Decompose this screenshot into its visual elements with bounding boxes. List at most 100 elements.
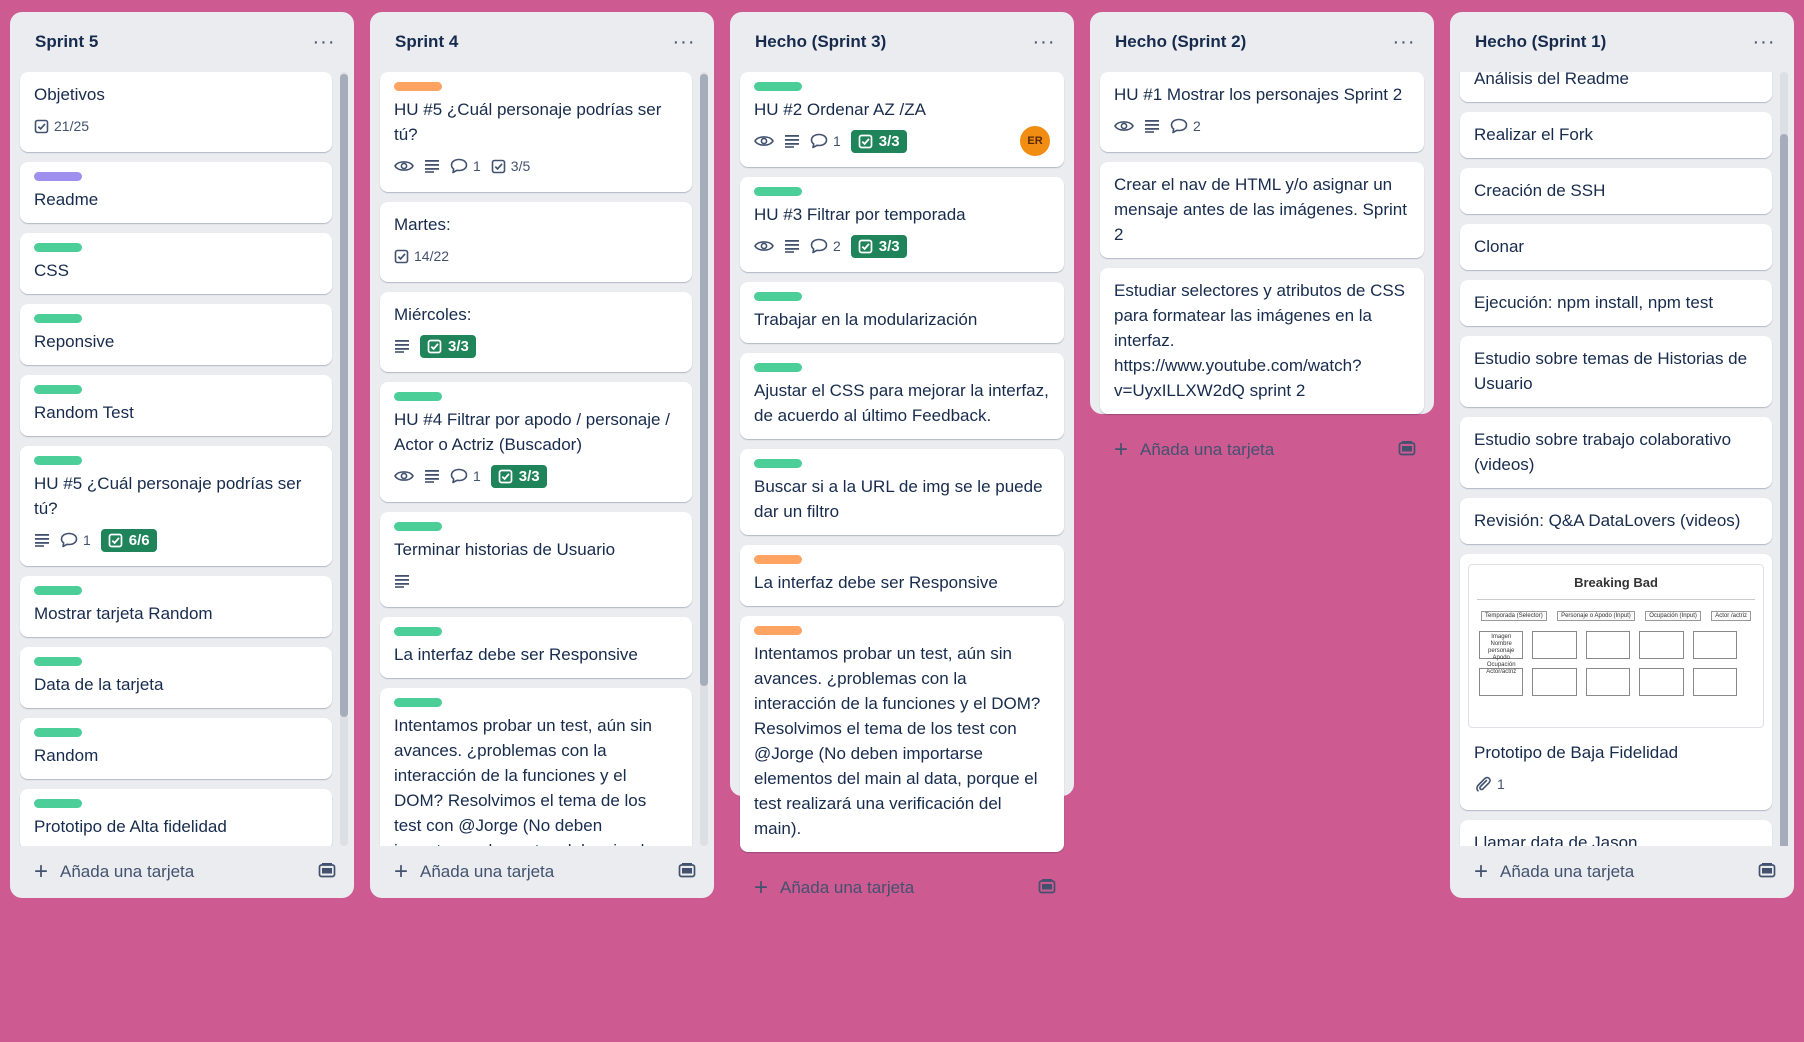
scrollbar-thumb[interactable] [700,74,708,686]
add-card-button[interactable]: + Añada una tarjeta [1474,860,1634,884]
list-menu-button[interactable]: ··· [1748,26,1780,58]
card[interactable]: HU #1 Mostrar los personajes Sprint 2 2 [1100,72,1424,152]
card[interactable]: Terminar historias de Usuario [380,512,692,607]
checklist-complete-badge: 3/3 [850,234,907,258]
checklist-badge: 21/25 [34,118,89,134]
watch-icon [754,134,774,148]
card-badges: 2 3/3 [754,231,1050,261]
card[interactable]: Análisis del Readme [1460,72,1772,102]
card-template-icon[interactable] [1038,878,1056,899]
card[interactable]: Estudio sobre trabajo colaborativo (vide… [1460,417,1772,488]
list-header: Sprint 5 ··· [10,12,354,72]
card[interactable]: Random [20,718,332,779]
checklist-icon [427,339,442,354]
list-title[interactable]: Hecho (Sprint 1) [1475,32,1606,52]
card-title: Buscar si a la URL de img se le puede da… [754,477,1043,521]
list-menu-button[interactable]: ··· [1028,26,1060,58]
card[interactable]: Ajustar el CSS para mejorar la interfaz,… [740,353,1064,439]
list-menu-button[interactable]: ··· [1388,26,1420,58]
checklist-count: 3/3 [878,132,900,150]
card-template-icon[interactable] [1758,862,1776,883]
card[interactable]: Estudiar selectores y atributos de CSS p… [1100,268,1424,414]
card[interactable]: Revisión: Q&A DataLovers (videos) [1460,498,1772,544]
card[interactable]: HU #4 Filtrar por apodo / personaje / Ac… [380,382,692,502]
list-menu-button[interactable]: ··· [668,26,700,58]
card[interactable]: Reponsive [20,304,332,365]
list-title[interactable]: Hecho (Sprint 3) [755,32,886,52]
card[interactable]: Estudio sobre temas de Historias de Usua… [1460,336,1772,407]
cover-tag: Ocupación (Input) [1645,611,1701,621]
list-menu-button[interactable]: ··· [308,26,340,58]
card-template-icon[interactable] [678,862,696,883]
card[interactable]: Clonar [1460,224,1772,270]
cover-grid-cell: Imagen Nombre personaje Apodo Ocupación Acto… [1479,631,1524,675]
card[interactable]: Objetivos 21/25 [20,72,332,152]
card[interactable]: Random Test [20,375,332,436]
add-card-button[interactable]: + Añada una tarjeta [754,876,914,900]
list-scrollbar[interactable] [1780,72,1788,846]
add-card-label: Añada una tarjeta [1140,440,1275,459]
cover-grid-cell [1532,668,1577,696]
card[interactable]: Miércoles: 3/3 [380,292,692,372]
card-template-icon[interactable] [1398,440,1416,461]
list-title[interactable]: Hecho (Sprint 2) [1115,32,1246,52]
card-title: Llamar data de Jason [1474,833,1638,846]
add-card-button[interactable]: + Añada una tarjeta [394,860,554,884]
card[interactable]: HU #5 ¿Cuál personaje podrías ser tú? 1 3/… [380,72,692,192]
comments-badge: 1 [450,468,481,484]
card[interactable]: La interfaz debe ser Responsive [740,545,1064,606]
add-card-button[interactable]: + Añada una tarjeta [1114,438,1274,462]
card[interactable]: Llamar data de Jason [1460,820,1772,846]
checklist-count: 6/6 [128,531,150,549]
card[interactable]: Crear el nav de HTML y/o asignar un mens… [1100,162,1424,258]
card-title: Realizar el Fork [1474,125,1594,144]
card[interactable]: Data de la tarjeta [20,647,332,708]
card-title: Estudiar selectores y atributos de CSS p… [1114,281,1406,400]
checklist-complete-badge: 3/3 [850,129,907,153]
list-title[interactable]: Sprint 5 [35,32,98,52]
card[interactable]: La interfaz debe ser Responsive [380,617,692,678]
card-badges: 21/25 [34,111,318,141]
card[interactable]: Creación de SSH [1460,168,1772,214]
list-title[interactable]: Sprint 4 [395,32,458,52]
card[interactable]: Ejecución: npm install, npm test [1460,280,1772,326]
member-avatar[interactable]: ER [1020,126,1050,156]
plus-icon: + [34,858,49,885]
card[interactable]: Trabajar en la modularización [740,282,1064,343]
cover-grid-cell [1532,631,1577,659]
card[interactable]: HU #3 Filtrar por temporada 2 3/3 [740,177,1064,272]
card-title: Estudio sobre temas de Historias de Usua… [1474,349,1748,393]
cover-grid: Imagen Nombre personaje Apodo Ocupación Acto… [1479,631,1737,696]
description-icon [394,339,410,353]
scrollbar-thumb[interactable] [1780,134,1788,846]
card[interactable]: HU #5 ¿Cuál personaje podrías ser tú? 1 6/… [20,446,332,566]
card[interactable]: Martes: 14/22 [380,202,692,282]
card-title: Data de la tarjeta [34,675,164,694]
list-scrollbar[interactable] [340,72,348,846]
card[interactable]: Intentamos probar un test, aún sin avanc… [740,616,1064,852]
card[interactable]: Breaking Bad Temporada (Selector) Personaj… [1460,554,1772,810]
card[interactable]: Buscar si a la URL de img se le puede da… [740,449,1064,535]
card[interactable]: Realizar el Fork [1460,112,1772,158]
watch-icon [754,239,774,253]
checklist-count: 3/3 [518,467,540,485]
card-title: Intentamos probar un test, aún sin avanc… [754,644,1041,838]
watch-icon [1114,119,1134,133]
card[interactable]: Readme [20,162,332,223]
checklist-icon [858,134,873,149]
comment-icon [450,158,468,174]
card[interactable]: Intentamos probar un test, aún sin avanc… [380,688,692,846]
card-template-icon[interactable] [318,862,336,883]
add-card-button[interactable]: + Añada una tarjeta [34,860,194,884]
card-label-orange [754,626,802,635]
scrollbar-thumb[interactable] [340,74,348,717]
cards-area: Análisis del Readme Realizar el Fork Creac… [1450,72,1794,846]
card[interactable]: HU #2 Ordenar AZ /ZA 1 3/3 ER [740,72,1064,167]
cover-tags: Temporada (Selector) Personaje o Apodo (I… [1481,611,1751,621]
card[interactable]: Mostrar tarjeta Random [20,576,332,637]
card-label-green [34,456,82,465]
card[interactable]: Prototipo de Alta fidelidad [20,789,332,846]
cover-grid-cell [1639,668,1684,696]
card[interactable]: CSS [20,233,332,294]
list-scrollbar[interactable] [700,72,708,846]
